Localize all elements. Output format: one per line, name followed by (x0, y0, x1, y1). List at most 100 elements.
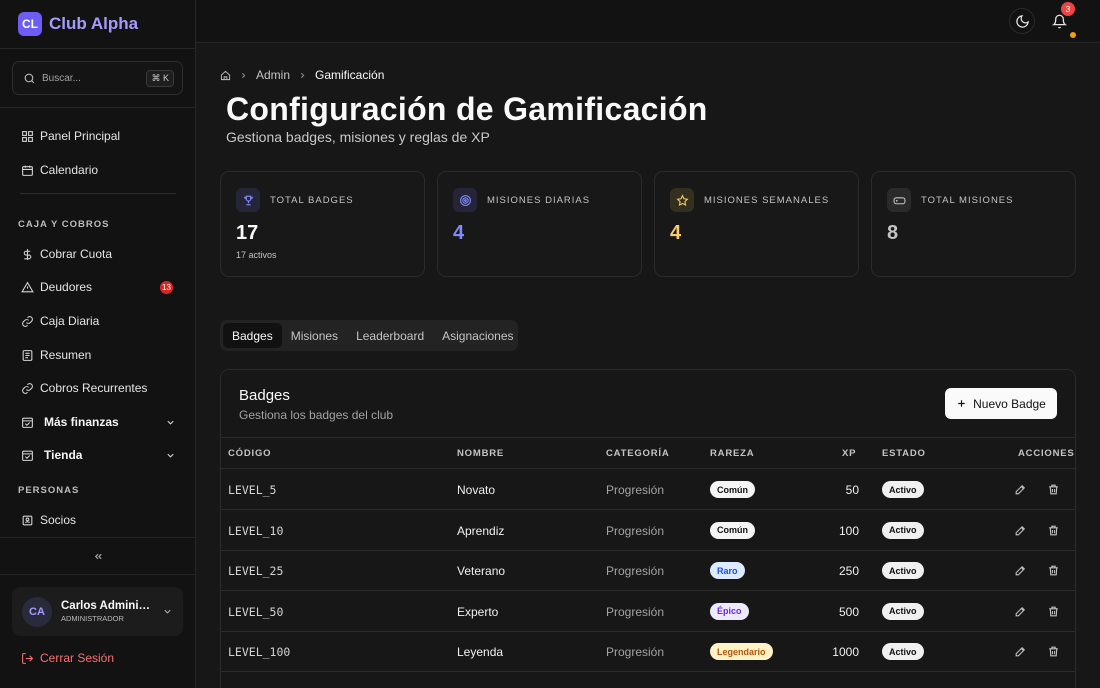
th-code: CÓDIGO (228, 448, 272, 459)
stat-value: 17 (236, 222, 259, 244)
sidebar-item-resumen[interactable]: Resumen (12, 340, 184, 370)
trash-icon[interactable] (1047, 605, 1060, 618)
sidebar-item-calendario[interactable]: Calendario (12, 155, 184, 185)
coin-icon (21, 248, 34, 261)
sidebar-group-tienda[interactable]: Tienda (12, 440, 184, 470)
user-name: Carlos Administrador (61, 600, 153, 612)
edit-icon[interactable] (1014, 524, 1027, 537)
stat-label: TOTAL MISIONES (921, 195, 1014, 206)
stat-sub: 17 activos (236, 250, 277, 260)
badge-name: Aprendiz (457, 523, 505, 538)
stat-card-total-badges: TOTAL BADGES 17 17 activos (220, 171, 425, 277)
breadcrumb-admin[interactable]: Admin (256, 68, 290, 82)
stat-value: 8 (887, 222, 899, 244)
badge-xp: 500 (838, 604, 859, 619)
status-dot (1070, 32, 1076, 38)
wallet-icon (21, 315, 34, 328)
th-name: NOMBRE (457, 448, 505, 459)
brand-name: Club Alpha (49, 14, 139, 33)
th-rarity: RAREZA (710, 448, 755, 459)
logout-label: Cerrar Sesión (40, 651, 115, 665)
new-badge-label: Nuevo Badge (973, 396, 1046, 411)
tab-asignaciones[interactable]: Asignaciones (433, 323, 522, 348)
user-menu[interactable]: CA Carlos Administrador ADMINISTRADOR (12, 587, 183, 636)
trash-icon[interactable] (1047, 564, 1060, 577)
edit-icon[interactable] (1014, 605, 1027, 618)
page-title: Configuración de Gamificación (226, 91, 708, 127)
section-title-caja: CAJA Y COBROS (18, 219, 110, 230)
sidebar-divider (20, 193, 176, 194)
sidebar-item-label: Cobros Recurrentes (40, 381, 148, 395)
rarity-badge: Épico (710, 602, 749, 620)
th-category: CATEGORÍA (606, 448, 670, 459)
sidebar-item-label: Cobrar Cuota (40, 247, 113, 261)
topbar: 3 (196, 0, 1100, 43)
search-input[interactable]: Buscar... ⌘ K (12, 61, 183, 95)
trash-icon[interactable] (1047, 483, 1060, 496)
logout-button[interactable]: Cerrar Sesión (21, 651, 114, 665)
sidebar-item-label: Deudores (40, 280, 93, 294)
sidebar: CL Club Alpha Buscar... ⌘ K Panel Princi… (0, 0, 196, 688)
panel-title: Badges (239, 387, 290, 404)
badge-xp: 50 (845, 483, 859, 497)
sidebar-item-cobrar-cuota[interactable]: Cobrar Cuota (12, 239, 184, 269)
trash-icon[interactable] (1047, 645, 1060, 658)
sidebar-item-label: Calendario (40, 163, 99, 177)
sidebar-item-label: Socios (40, 513, 77, 527)
badge-code: LEVEL_50 (228, 604, 284, 619)
th-xp: XP (842, 448, 857, 459)
breadcrumb-current: Gamificación (315, 68, 385, 82)
stat-label: MISIONES DIARIAS (487, 195, 591, 206)
edit-icon[interactable] (1014, 483, 1027, 496)
rarity-badge: Común (710, 521, 755, 539)
bell-icon (1051, 14, 1067, 29)
tab-misiones[interactable]: Misiones (282, 323, 347, 348)
sidebar-item-label: Caja Diaria (40, 314, 100, 328)
search-icon (23, 72, 36, 85)
trash-icon[interactable] (1047, 524, 1060, 537)
sidebar-item-panel-principal[interactable]: Panel Principal (12, 121, 184, 151)
dashboard-icon (21, 130, 34, 143)
status-badge: Activo (882, 481, 924, 498)
new-badge-button[interactable]: Nuevo Badge (945, 388, 1057, 419)
sidebar-item-cobros-recurrentes[interactable]: Cobros Recurrentes (12, 373, 184, 403)
badge-code: LEVEL_5 (228, 483, 277, 497)
edit-icon[interactable] (1014, 564, 1027, 577)
table-row: LEVEL_10 Aprendiz Progresión Común 100 Activo (221, 511, 1075, 551)
rarity-badge: Legendario (710, 643, 773, 660)
tab-leaderboard[interactable]: Leaderboard (347, 323, 433, 348)
refresh-icon (21, 382, 34, 395)
badge-category: Progresión (606, 604, 665, 619)
target-icon (453, 188, 477, 212)
sidebar-item-socios[interactable]: Socios (12, 505, 184, 535)
sidebar-item-deudores[interactable]: Deudores 13 (12, 272, 184, 302)
user-info: Carlos Administrador ADMINISTRADOR (61, 600, 153, 623)
logout-icon (21, 652, 34, 665)
badge-name: Experto (457, 604, 499, 619)
theme-toggle-button[interactable] (1009, 8, 1035, 34)
deudores-count-badge: 13 (160, 280, 173, 294)
sidebar-group-label: Más finanzas (44, 415, 119, 429)
brand[interactable]: CL Club Alpha (0, 0, 195, 49)
search-shortcut: ⌘ K (146, 69, 174, 87)
calendar-icon (21, 164, 34, 177)
home-icon[interactable] (220, 70, 231, 81)
page-subtitle: Gestiona badges, misiones y reglas de XP (226, 129, 490, 145)
chevron-updown-icon (162, 606, 173, 617)
collapse-sidebar-button[interactable] (0, 537, 196, 575)
rarity-badge: Común (710, 481, 755, 498)
warning-icon (21, 281, 34, 294)
badge-category: Progresión (606, 564, 665, 578)
members-icon (21, 514, 34, 527)
sidebar-item-caja-diaria[interactable]: Caja Diaria (12, 306, 184, 336)
badge-name: Veterano (457, 564, 506, 578)
sidebar-group-mas-finanzas[interactable]: Más finanzas (12, 407, 184, 437)
stat-card-misiones-semanales: MISIONES SEMANALES 4 (654, 171, 859, 277)
status-badge: Activo (882, 562, 924, 579)
chevron-down-icon (165, 450, 176, 461)
edit-icon[interactable] (1014, 645, 1027, 658)
receipt-icon (21, 349, 34, 362)
brand-logo: CL (18, 12, 42, 36)
tab-badges[interactable]: Badges (223, 323, 282, 348)
search-placeholder: Buscar... (42, 72, 81, 84)
